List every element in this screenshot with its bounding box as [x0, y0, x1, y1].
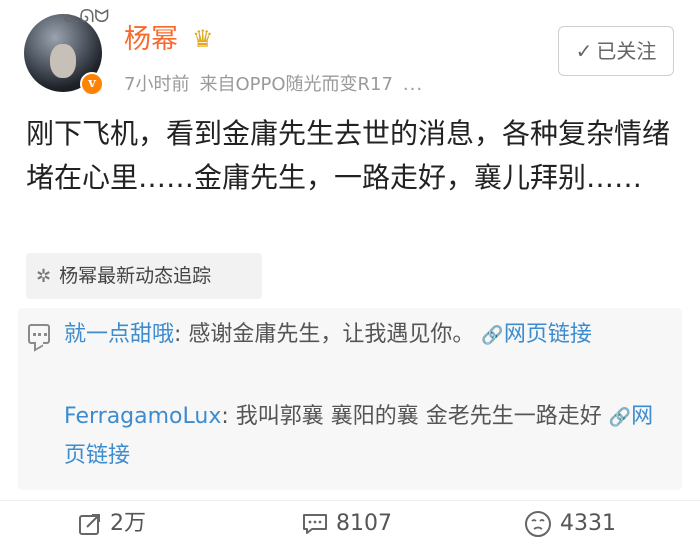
like-icon	[524, 510, 552, 538]
comment-button[interactable]: 8107	[302, 507, 392, 541]
comment-item[interactable]: FerragamoLux: 我叫郭襄 襄阳的襄 金老先生一路走好 🔗网页链接	[64, 398, 672, 475]
comment-count: 8107	[336, 511, 392, 536]
action-bar: 2万 8107 4331	[0, 500, 700, 545]
comment-author[interactable]: FerragamoLux	[64, 404, 221, 429]
sparkle-icon: ✲	[36, 266, 52, 287]
avatar-face	[50, 44, 76, 78]
comments-preview: 就一点甜哦: 感谢金庸先生，让我遇见你。 🔗网页链接 FerragamoLux:…	[18, 308, 682, 490]
more-indicator: ...	[402, 74, 424, 95]
like-button[interactable]: 4331	[524, 507, 616, 541]
username[interactable]: 杨幂	[124, 24, 178, 56]
cat-ears-icon: ᓚᘏᗢ	[64, 6, 110, 27]
repost-button[interactable]: 2万	[78, 507, 146, 541]
post-text: 刚下飞机，看到金庸先生去世的消息，各种复杂情绪堵在心里……金庸先生，一路走好，襄…	[26, 117, 671, 194]
comment-bubble-icon	[28, 324, 50, 344]
repost-count: 2万	[110, 511, 146, 536]
comment-icon	[302, 512, 328, 536]
post-time: 7小时前	[124, 74, 190, 95]
follow-button[interactable]: ✓ 已关注	[558, 26, 674, 76]
crown-icon[interactable]: ♛	[192, 27, 218, 51]
verified-badge: v	[80, 72, 104, 96]
comment-text: : 我叫郭襄 襄阳的襄 金老先生一路走好	[221, 404, 609, 429]
topic-card[interactable]: ✲ 杨幂最新动态追踪	[26, 253, 262, 299]
repost-icon	[78, 512, 102, 536]
comment-author[interactable]: 就一点甜哦	[64, 322, 174, 347]
comment-item[interactable]: 就一点甜哦: 感谢金庸先生，让我遇见你。 🔗网页链接	[64, 316, 672, 355]
post-source[interactable]: 来自OPPO随光而变R17	[199, 74, 392, 95]
topic-label: 杨幂最新动态追踪	[59, 265, 212, 287]
like-count: 4331	[560, 511, 616, 536]
follow-label: 已关注	[596, 39, 657, 63]
link-icon: 🔗	[608, 407, 632, 428]
web-link-label: 网页链接	[503, 322, 592, 347]
link-icon: 🔗	[481, 325, 504, 346]
post-header: ᓚᘏᗢ v 杨幂 ♛ 7小时前 来自OPPO随光而变R17... ✓ 已关注	[0, 0, 700, 110]
web-link[interactable]: 🔗网页链接	[481, 322, 591, 347]
post-meta: 7小时前 来自OPPO随光而变R17...	[124, 70, 423, 96]
comment-text: : 感谢金庸先生，让我遇见你。	[174, 322, 482, 347]
check-icon: ✓	[575, 39, 593, 63]
